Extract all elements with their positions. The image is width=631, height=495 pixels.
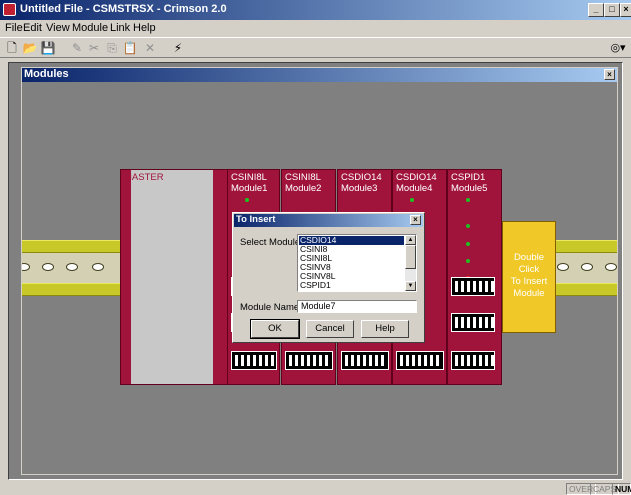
help-button[interactable]: Help [361,320,409,338]
rack-module-5[interactable]: CSPID1 Module5 [447,169,502,385]
menu-view[interactable]: View [46,22,70,34]
status-led [466,259,470,263]
menu-edit[interactable]: Edit [23,22,42,34]
cancel-button[interactable]: Cancel [306,320,354,338]
module-type: CSDIO14 [341,172,382,183]
link-bolt-icon[interactable]: ⚡ [170,40,186,56]
insert-module-slot[interactable]: Double Click To Insert Module [502,221,556,333]
module-option[interactable]: CSPID1 [299,281,404,290]
module-name-input[interactable]: Module7 [297,300,417,313]
dropdown-chevron-icon[interactable]: ◎▾ [610,40,626,56]
app-icon[interactable] [3,3,16,16]
title-bar[interactable]: Untitled File - CSMSTRSX - Crimson 2.0 _… [0,0,631,20]
delete-icon[interactable]: ✕ [142,40,158,56]
module-name-label: Module Name: [240,302,302,313]
cut-icon[interactable]: ✂ [86,40,102,56]
module-listbox[interactable]: CSDIO14 CSINI8 CSINI8L CSINV8 CSINV8L CS… [297,234,417,292]
module-name: Module1 [231,183,268,194]
master-label: MASTER [124,172,164,183]
din-rail-left [22,240,120,296]
dialog-title: To Insert [236,214,276,225]
status-led [466,198,470,202]
to-insert-dialog: To Insert × Select Module: CSDIO14 CSINI… [232,212,425,343]
terminal-block [285,351,333,370]
select-module-label: Select Module: [240,237,303,248]
menu-file[interactable]: File [5,22,23,34]
scroll-thumb[interactable] [405,245,416,269]
modules-window-title: Modules [24,68,69,80]
module-name: Module4 [396,183,433,194]
ok-button[interactable]: OK [250,319,300,339]
scroll-down-icon[interactable]: ▼ [405,281,416,291]
dialog-titlebar[interactable]: To Insert × [234,214,423,227]
rail-hole [22,263,30,271]
rail-hole [581,263,593,271]
rail-hole [66,263,78,271]
window-title: Untitled File - CSMSTRSX - Crimson 2.0 [20,3,227,15]
status-led [466,242,470,246]
child-close-button[interactable]: × [604,69,615,80]
din-rail-right [555,240,617,296]
maximize-button[interactable]: □ [604,3,620,17]
rail-hole [92,263,104,271]
module-type: CSDIO14 [396,172,437,183]
terminal-block [231,351,277,370]
menu-help[interactable]: Help [133,22,156,34]
dialog-close-button[interactable]: × [410,215,421,225]
status-led [466,224,470,228]
minimize-button[interactable]: _ [588,3,604,17]
scroll-up-icon[interactable]: ▲ [405,235,416,245]
insert-module-text: Double Click To Insert Module [510,252,548,299]
edit-pen-icon[interactable]: ✎ [69,40,85,56]
terminal-block [396,351,444,370]
rail-hole [557,263,569,271]
module-name: Module3 [341,183,378,194]
status-led [245,198,249,202]
terminal-block [451,277,495,296]
status-bar: OVER CAPS NUM [0,483,631,495]
module-name: Module5 [451,183,488,194]
terminal-block [451,351,495,370]
module-type: CSPID1 [451,172,486,183]
open-folder-icon[interactable]: 📂 [22,40,38,56]
rail-hole [42,263,54,271]
module-name: Module2 [285,183,322,194]
listbox-scrollbar[interactable]: ▲ ▼ [405,235,416,291]
modules-window-titlebar[interactable]: Modules × [22,68,617,82]
new-file-icon[interactable]: 🗋 [4,40,20,56]
menu-module[interactable]: Module [72,22,108,34]
toolbar: 🗋 📂 💾 ✎ ✂ ⎘ 📋 ✕ ⚡ ◎▾ [0,37,631,58]
terminal-block [451,313,495,332]
status-led [410,198,414,202]
application-window: Untitled File - CSMSTRSX - Crimson 2.0 _… [0,0,631,495]
paste-icon[interactable]: 📋 [122,40,138,56]
close-button[interactable]: × [620,3,631,17]
save-icon[interactable]: 💾 [40,40,56,56]
status-num: NUM [612,483,631,495]
module-type: CSINI8L [231,172,267,183]
menu-link[interactable]: Link [110,22,130,34]
copy-icon[interactable]: ⎘ [104,40,120,56]
terminal-block [341,351,389,370]
module-type: CSINI8L [285,172,321,183]
menu-bar: File Edit View Module Link Help [0,20,631,37]
master-module[interactable]: MASTER [120,169,228,385]
rail-hole [605,263,617,271]
